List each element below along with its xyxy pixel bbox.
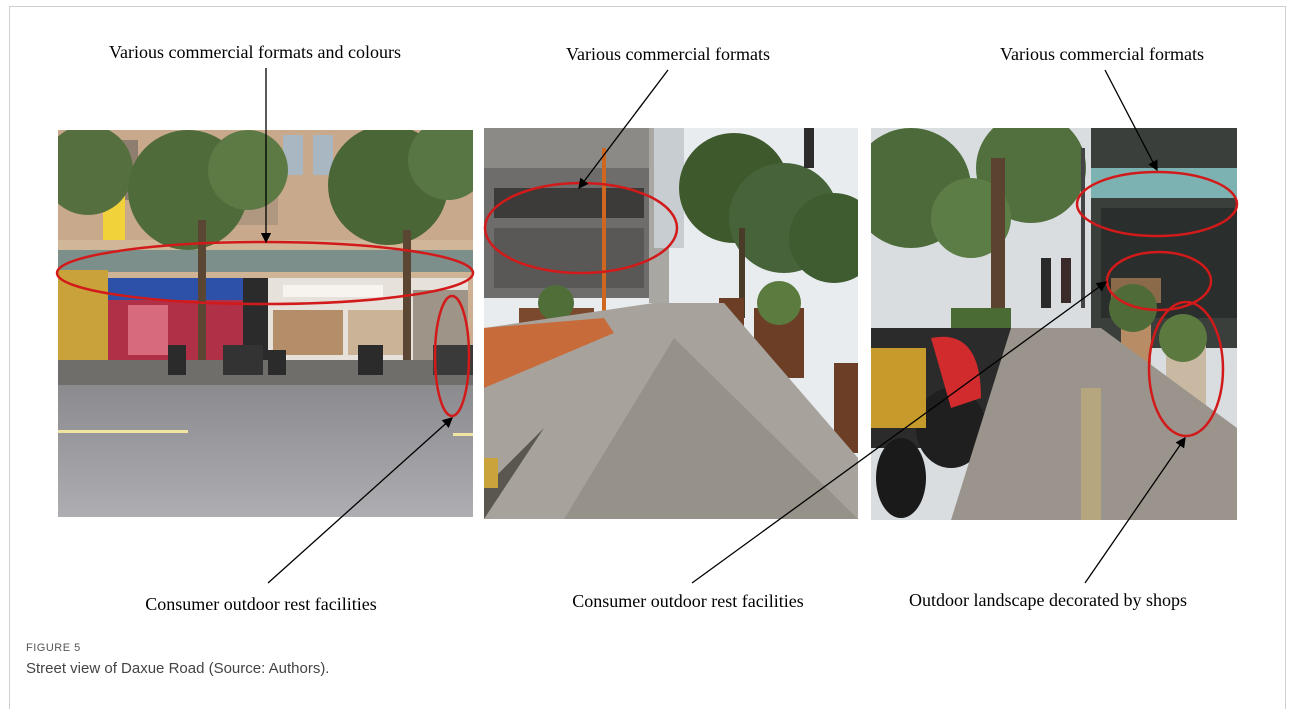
photo-left-street-shops bbox=[58, 130, 473, 517]
label-outdoor-landscape: Outdoor landscape decorated by shops bbox=[909, 590, 1187, 610]
photo-middle-sidewalk bbox=[484, 128, 858, 519]
figure-caption-text: Street view of Daxue Road (Source: Autho… bbox=[26, 660, 330, 677]
label-commercial-formats-colours: Various commercial formats and colours bbox=[109, 42, 401, 62]
label-commercial-formats-middle: Various commercial formats bbox=[566, 44, 770, 64]
label-commercial-formats-right: Various commercial formats bbox=[1000, 44, 1204, 64]
figure-caption-label: FIGURE 5 bbox=[26, 642, 81, 654]
photo-right-bikes-planters bbox=[871, 128, 1237, 520]
label-rest-facilities-middle: Consumer outdoor rest facilities bbox=[572, 591, 804, 611]
label-rest-facilities-left: Consumer outdoor rest facilities bbox=[145, 594, 377, 614]
figure-5: Various commercial formats and colours V… bbox=[0, 0, 1293, 708]
